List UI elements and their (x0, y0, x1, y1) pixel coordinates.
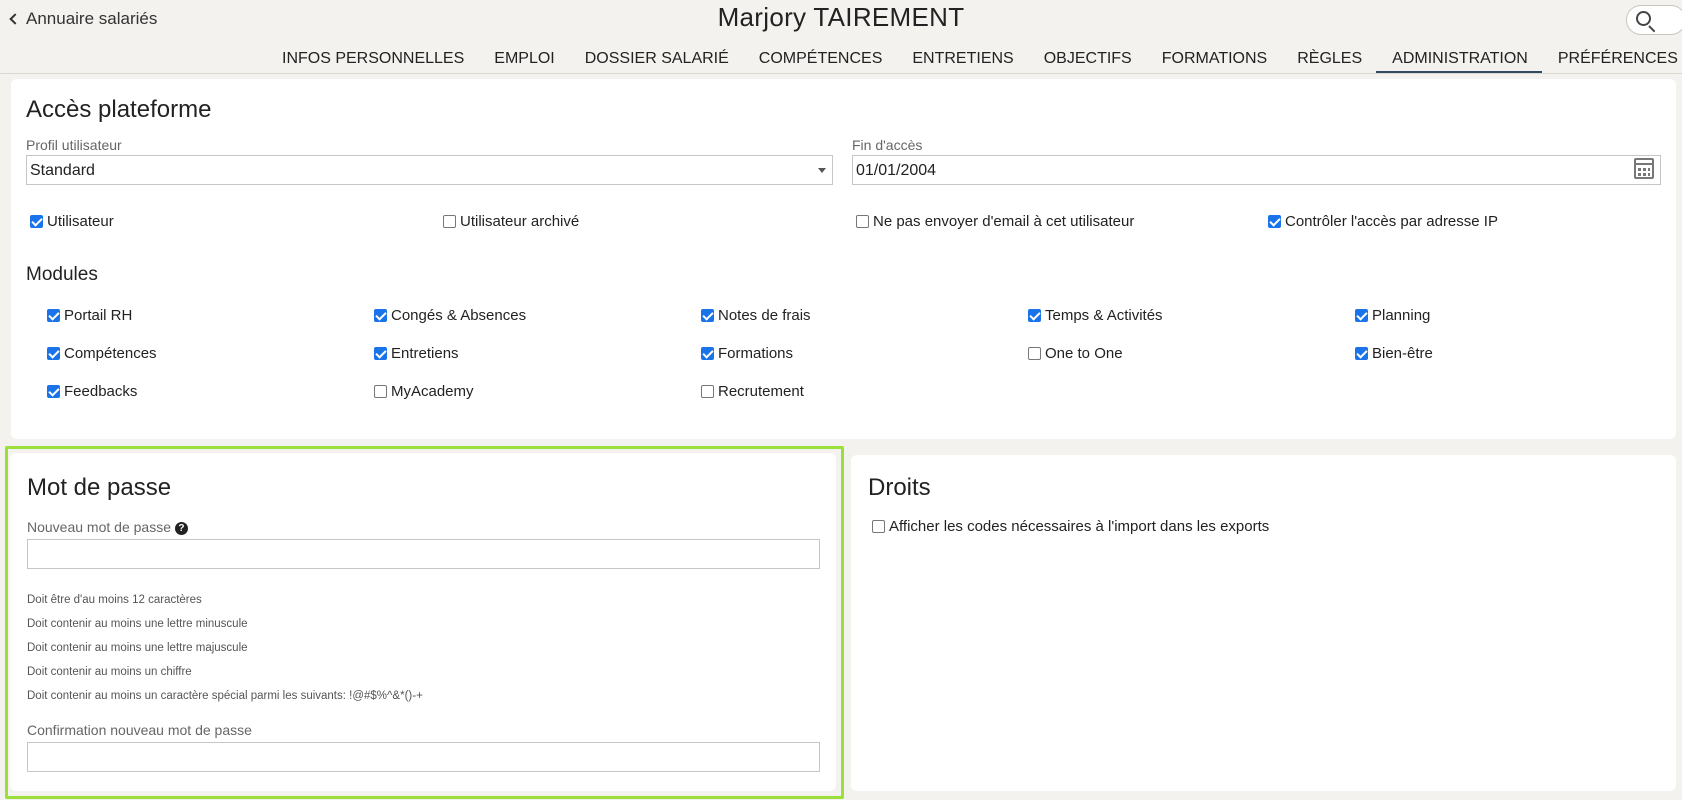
module-notes-de-frais[interactable]: Notes de frais (701, 307, 811, 324)
password-rule: Doit contenir au moins une lettre majusc… (27, 642, 248, 654)
checkbox[interactable] (47, 385, 60, 398)
tab-bar: INFOS PERSONNELLES EMPLOI DOSSIER SALARI… (266, 48, 1682, 73)
module-recrutement[interactable]: Recrutement (701, 383, 804, 400)
module-label: Portail RH (64, 307, 133, 324)
checkbox[interactable] (701, 309, 714, 322)
option-label: Afficher les codes nécessaires à l'impor… (889, 518, 1270, 535)
module-feedbacks[interactable]: Feedbacks (47, 383, 137, 400)
module-label: Notes de frais (718, 307, 811, 324)
password-rule: Doit contenir au moins un chiffre (27, 666, 192, 678)
option-label: Contrôler l'accès par adresse IP (1285, 213, 1498, 230)
checkbox[interactable] (47, 309, 60, 322)
checkbox[interactable] (374, 309, 387, 322)
module-label: Planning (1372, 307, 1431, 324)
end-access-label: Fin d'accès (852, 137, 923, 153)
module-temps-activites[interactable]: Temps & Activités (1028, 307, 1163, 324)
module-label: Formations (718, 345, 794, 362)
option-label: Ne pas envoyer d'email à cet utilisateur (873, 213, 1135, 230)
help-icon[interactable]: ? (174, 522, 188, 535)
checkbox[interactable] (701, 347, 714, 360)
employee-name: Marjory TAIREMENT (717, 2, 965, 32)
checkbox[interactable] (1355, 347, 1368, 360)
end-access-value: 01/01/2004 (856, 162, 937, 179)
module-competences[interactable]: Compétences (47, 345, 157, 362)
option-utilisateur-archive[interactable]: Utilisateur archivé (443, 213, 579, 230)
new-password-input[interactable] (27, 539, 820, 569)
checkbox[interactable] (1028, 347, 1041, 360)
checkbox[interactable] (47, 347, 60, 360)
module-bien-etre[interactable]: Bien-être (1355, 345, 1433, 362)
module-label: Bien-être (1372, 345, 1433, 362)
profile-label: Profil utilisateur (26, 137, 122, 153)
tab-administration[interactable]: ADMINISTRATION (1376, 48, 1542, 73)
tab-preferences[interactable]: PRÉFÉRENCES (1542, 48, 1682, 73)
section-title: Accès plateforme (26, 96, 212, 123)
back-to-directory-link[interactable]: Annuaire salariés (8, 9, 157, 29)
new-password-label-row: Nouveau mot de passe? (27, 519, 188, 535)
module-one-to-one[interactable]: One to One (1028, 345, 1123, 362)
tab-emploi[interactable]: EMPLOI (478, 48, 568, 73)
option-label: Utilisateur archivé (460, 213, 580, 230)
top-bar: Annuaire salariés Marjory TAIREMENT INFO… (0, 0, 1682, 74)
checkbox[interactable] (443, 215, 456, 228)
module-label: Compétences (64, 345, 157, 362)
tab-dossier-salarie[interactable]: DOSSIER SALARIÉ (569, 48, 743, 73)
module-label: Recrutement (718, 383, 804, 400)
tab-infos-personnelles[interactable]: INFOS PERSONNELLES (266, 48, 478, 73)
module-label: One to One (1045, 345, 1123, 362)
option-show-import-codes[interactable]: Afficher les codes nécessaires à l'impor… (872, 518, 1269, 535)
password-rule: Doit être d'au moins 12 caractères (27, 594, 202, 606)
module-label: Congés & Absences (391, 307, 527, 324)
search-icon (1636, 11, 1651, 26)
checkbox[interactable] (1355, 309, 1368, 322)
checkbox[interactable] (872, 520, 885, 533)
option-ip-control[interactable]: Contrôler l'accès par adresse IP (1268, 213, 1498, 230)
platform-access-card: Accès plateforme Profil utilisateur Stan… (11, 79, 1676, 439)
password-rule: Doit contenir au moins une lettre minusc… (27, 618, 248, 630)
end-access-date-input[interactable]: 01/01/2004 (852, 155, 1661, 185)
tab-objectifs[interactable]: OBJECTIFS (1028, 48, 1146, 73)
user-profile-value: Standard (30, 162, 95, 179)
checkbox[interactable] (374, 385, 387, 398)
module-formations[interactable]: Formations (701, 345, 793, 362)
search-button[interactable] (1626, 5, 1682, 35)
option-no-email[interactable]: Ne pas envoyer d'email à cet utilisateur (856, 213, 1134, 230)
module-entretiens[interactable]: Entretiens (374, 345, 459, 362)
new-password-label: Nouveau mot de passe (27, 519, 171, 535)
option-utilisateur[interactable]: Utilisateur (30, 213, 114, 230)
module-label: Temps & Activités (1045, 307, 1163, 324)
modules-title: Modules (26, 264, 98, 285)
module-planning[interactable]: Planning (1355, 307, 1430, 324)
chevron-left-icon (9, 13, 21, 25)
checkbox[interactable] (30, 215, 43, 228)
confirm-password-input[interactable] (27, 742, 820, 772)
tab-competences[interactable]: COMPÉTENCES (743, 48, 897, 73)
caret-down-icon (818, 168, 826, 173)
module-label: Feedbacks (64, 383, 138, 400)
module-label: MyAcademy (391, 383, 474, 400)
password-rule: Doit contenir au moins un caractère spéc… (27, 690, 423, 702)
checkbox[interactable] (1268, 215, 1281, 228)
tab-entretiens[interactable]: ENTRETIENS (896, 48, 1027, 73)
password-card: Mot de passe Nouveau mot de passe? Doit … (10, 453, 836, 791)
checkbox[interactable] (374, 347, 387, 360)
user-profile-select[interactable]: Standard (26, 155, 833, 185)
tab-formations[interactable]: FORMATIONS (1146, 48, 1281, 73)
checkbox[interactable] (701, 385, 714, 398)
module-portail-rh[interactable]: Portail RH (47, 307, 132, 324)
rights-card: Droits Afficher les codes nécessaires à … (851, 455, 1676, 791)
checkbox[interactable] (1028, 309, 1041, 322)
rights-title: Droits (868, 474, 931, 501)
option-label: Utilisateur (47, 213, 114, 230)
tab-regles[interactable]: RÈGLES (1281, 48, 1376, 73)
password-title: Mot de passe (27, 474, 172, 501)
calendar-icon[interactable] (1634, 158, 1654, 179)
module-conges-absences[interactable]: Congés & Absences (374, 307, 526, 324)
module-myacademy[interactable]: MyAcademy (374, 383, 474, 400)
back-link-label: Annuaire salariés (26, 9, 158, 28)
confirm-password-label: Confirmation nouveau mot de passe (27, 722, 252, 738)
module-label: Entretiens (391, 345, 459, 362)
checkbox[interactable] (856, 215, 869, 228)
